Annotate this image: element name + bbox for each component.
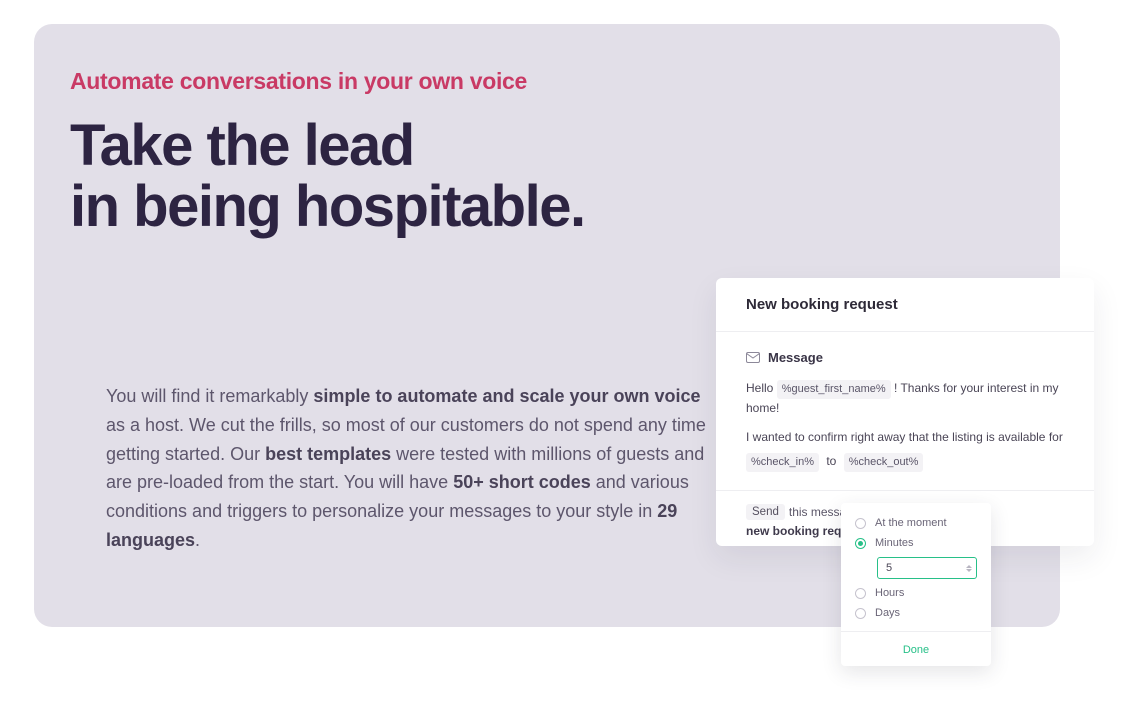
mail-icon [746,352,760,363]
option-hours[interactable]: Hours [841,583,991,603]
message-line-2: I wanted to confirm right away that the … [746,428,1064,447]
minutes-value: 5 [886,562,892,574]
message-label: Message [768,350,823,365]
message-label-row: Message [746,350,1064,365]
radio-icon [855,518,866,529]
message-line-1: Hello %guest_first_name% ! Thanks for yo… [746,379,1064,418]
hero-title-line1: Take the lead [70,117,1024,175]
option-label: Minutes [875,537,914,549]
dropdown-footer: Done [841,631,991,666]
option-label: At the moment [875,517,947,529]
hero-title-line2: in being hospitable. [70,177,1024,236]
message-line-3: %check_in% to %check_out% [746,452,1064,472]
msg-text: Hello [746,381,773,395]
option-days[interactable]: Days [841,603,991,623]
option-minutes[interactable]: Minutes [841,533,991,553]
msg-text: to [826,454,836,468]
token-guest-first-name[interactable]: %guest_first_name% [777,380,891,399]
panel-body: Message Hello %guest_first_name% ! Thank… [716,332,1094,472]
radio-icon [855,608,866,619]
step-down-icon[interactable] [966,569,972,572]
panel-title: New booking request [746,296,1064,313]
send-pill[interactable]: Send [746,504,785,520]
hero-eyebrow: Automate conversations in your own voice [70,68,1024,95]
option-label: Days [875,607,900,619]
option-at-the-moment[interactable]: At the moment [841,513,991,533]
panel-header: New booking request [716,278,1094,332]
radio-icon [855,538,866,549]
step-up-icon[interactable] [966,565,972,568]
radio-icon [855,588,866,599]
quantity-stepper[interactable] [966,565,972,572]
hero-body: You will find it remarkably simple to au… [106,382,724,555]
option-label: Hours [875,587,904,599]
minutes-input[interactable]: 5 [877,557,977,579]
token-check-in[interactable]: %check_in% [746,453,819,472]
hero-title-wrap: Take the lead in being hospitable. [70,117,1024,236]
done-button[interactable]: Done [903,644,929,656]
time-dropdown: At the moment Minutes 5 Hours Days Done [841,503,991,666]
token-check-out[interactable]: %check_out% [844,453,924,472]
